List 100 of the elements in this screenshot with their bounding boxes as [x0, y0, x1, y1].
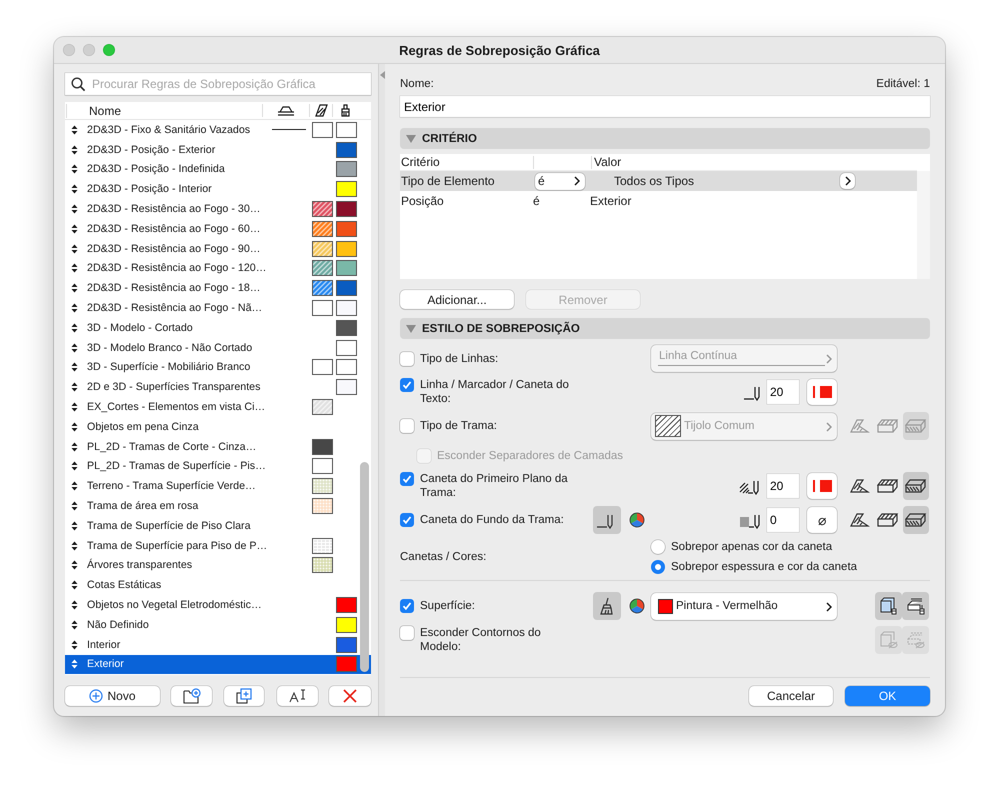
rule-list-item[interactable]: EX_Cortes - Elementos em vista Ci…	[65, 397, 371, 417]
checkbox[interactable]	[400, 599, 414, 613]
sort-icon[interactable]	[71, 520, 78, 531]
sort-icon[interactable]	[71, 124, 78, 135]
splitter-handle-icon[interactable]	[380, 71, 384, 79]
duplicate-button[interactable]	[224, 686, 264, 706]
sort-icon[interactable]	[71, 244, 78, 254]
cover-fill-toggle[interactable]	[903, 472, 929, 500]
rule-list-item[interactable]: 2D&3D - Resistência ao Fogo - 60…	[65, 218, 371, 239]
column-header[interactable]: Nome	[66, 104, 262, 118]
rule-list-item[interactable]: Trama de Superfície para Piso de P…	[65, 536, 371, 556]
scrollbar-track[interactable]	[917, 171, 930, 279]
sort-icon[interactable]	[71, 263, 78, 274]
sort-icon[interactable]	[71, 580, 78, 590]
rule-list-item[interactable]: Terreno - Trama Superfície Verde…	[65, 476, 371, 496]
checkbox[interactable]	[400, 419, 414, 433]
rule-list-item[interactable]: 3D - Modelo Branco - Não Cortado	[65, 338, 371, 358]
ok-button[interactable]: OK	[845, 686, 930, 706]
pen-number-field[interactable]: 0	[767, 508, 799, 532]
sort-icon[interactable]	[71, 560, 78, 570]
checkbox[interactable]	[400, 513, 414, 527]
add-criterion-button[interactable]: Adicionar...	[400, 290, 514, 309]
color-wheel-icon[interactable]	[629, 598, 645, 614]
sort-icon[interactable]	[71, 640, 78, 650]
radio-button[interactable]	[651, 540, 665, 554]
rule-list-item[interactable]: Interior	[65, 634, 371, 655]
rule-list-item[interactable]: 2D&3D - Posição - Exterior	[65, 140, 371, 160]
scrollbar-thumb[interactable]	[360, 462, 369, 672]
rule-list-item[interactable]: 2D e 3D - Superfícies Transparentes	[65, 377, 371, 398]
rule-list-item[interactable]: 2D&3D - Resistência ao Fogo - 120…	[65, 258, 371, 278]
sort-icon[interactable]	[71, 342, 78, 353]
sort-icon[interactable]	[71, 402, 78, 412]
rule-list-item[interactable]: 2D&3D - Resistência ao Fogo - 90…	[65, 238, 371, 259]
rule-list-item[interactable]: 2D&3D - Resistência ao Fogo - 18…	[65, 278, 371, 298]
pen-color-button[interactable]	[807, 473, 837, 499]
sort-icon[interactable]	[71, 322, 78, 333]
rule-list-item[interactable]: Exterior	[65, 654, 371, 674]
new-rule-button[interactable]: Novo	[65, 686, 160, 706]
name-field[interactable]: Exterior	[400, 96, 930, 117]
sort-icon[interactable]	[71, 144, 78, 155]
sort-icon[interactable]	[71, 184, 78, 194]
sort-icon[interactable]	[71, 620, 78, 630]
pen-number-field[interactable]: 20	[767, 474, 799, 498]
rule-list-item[interactable]: 2D&3D - Fixo & Sanitário Vazados	[65, 120, 371, 140]
rule-list-item[interactable]: Trama de área em rosa	[65, 496, 371, 516]
checkbox[interactable]	[400, 626, 414, 640]
cancel-button[interactable]: Cancelar	[749, 686, 833, 706]
surface-layer-button[interactable]	[902, 592, 929, 620]
pen-number-field[interactable]: 20	[767, 380, 799, 404]
criteria-row[interactable]: Tipo de Elemento é Todos os Tipos	[400, 171, 917, 191]
sort-icon[interactable]	[71, 224, 78, 234]
sort-icon[interactable]	[71, 501, 78, 512]
sort-icon[interactable]	[71, 303, 78, 314]
rule-list-item[interactable]: 2D&3D - Posição - Indefinida	[65, 160, 371, 180]
section-header[interactable]: ESTILO DE SOBREPOSIÇÃO	[400, 318, 930, 339]
rule-list-item[interactable]: Trama de Superfície de Piso Clara	[65, 516, 371, 536]
brush-toggle-button[interactable]	[593, 592, 621, 620]
pen-color-button[interactable]: ⌀	[807, 507, 837, 533]
operator-dropdown[interactable]: é	[535, 172, 585, 190]
checkbox[interactable]	[400, 378, 414, 392]
rule-list-item[interactable]: PL_2D - Tramas de Superfície - Pis…	[65, 456, 371, 476]
rule-list-item[interactable]: 2D&3D - Posição - Interior	[65, 179, 371, 200]
checkbox[interactable]	[400, 472, 414, 486]
sort-icon[interactable]	[71, 481, 78, 492]
sort-icon[interactable]	[71, 204, 78, 214]
rule-list-item[interactable]: 2D&3D - Resistência ao Fogo - Nã…	[65, 298, 371, 318]
sort-icon[interactable]	[71, 540, 78, 551]
rule-list-item[interactable]: Objetos em pena Cinza	[65, 416, 371, 437]
section-header[interactable]: CRITÉRIO	[400, 128, 930, 149]
cover-fill-toggle[interactable]	[903, 412, 929, 440]
sort-icon[interactable]	[71, 422, 78, 432]
radio-button[interactable]	[651, 560, 665, 574]
checkbox[interactable]	[400, 352, 414, 366]
rule-list-item[interactable]: Objetos no Vegetal Eletrodoméstic…	[65, 595, 371, 615]
sort-icon[interactable]	[71, 442, 78, 452]
rule-list-item[interactable]: Árvores transparentes	[65, 556, 371, 576]
sort-icon[interactable]	[71, 461, 78, 472]
column-header[interactable]: Critério	[401, 155, 440, 169]
cover-fill-toggle[interactable]	[903, 506, 929, 534]
sort-icon[interactable]	[71, 362, 78, 372]
criteria-row[interactable]: Posição é Exterior	[400, 191, 917, 211]
rule-list-item[interactable]: 2D&3D - Resistência ao Fogo - 30…	[65, 199, 371, 219]
sort-icon[interactable]	[71, 283, 78, 294]
rule-list-item[interactable]: 3D - Superfície - Mobiliário Branco	[65, 358, 371, 378]
pen-color-button[interactable]	[807, 379, 837, 405]
sort-icon[interactable]	[71, 600, 78, 610]
rule-list-item[interactable]: PL_2D - Tramas de Corte - Cinza…	[65, 436, 371, 457]
rule-list-item[interactable]: 3D - Modelo - Cortado	[65, 318, 371, 338]
pen-toggle-button[interactable]	[593, 506, 621, 534]
surface-dropdown[interactable]: Pintura - Vermelhão	[651, 592, 837, 620]
rule-list-item[interactable]: Cotas Estáticas	[65, 575, 371, 596]
search-field[interactable]: Procurar Regras de Sobreposição Gráfica	[65, 73, 371, 95]
sort-icon[interactable]	[71, 382, 78, 392]
rename-button[interactable]	[277, 686, 318, 706]
color-wheel-icon[interactable]	[629, 512, 645, 528]
value-picker-button[interactable]	[840, 173, 855, 189]
rule-list-item[interactable]: Não Definido	[65, 614, 371, 635]
delete-button[interactable]	[329, 686, 371, 706]
surface-cube-button[interactable]	[875, 592, 902, 620]
sort-icon[interactable]	[71, 164, 78, 174]
